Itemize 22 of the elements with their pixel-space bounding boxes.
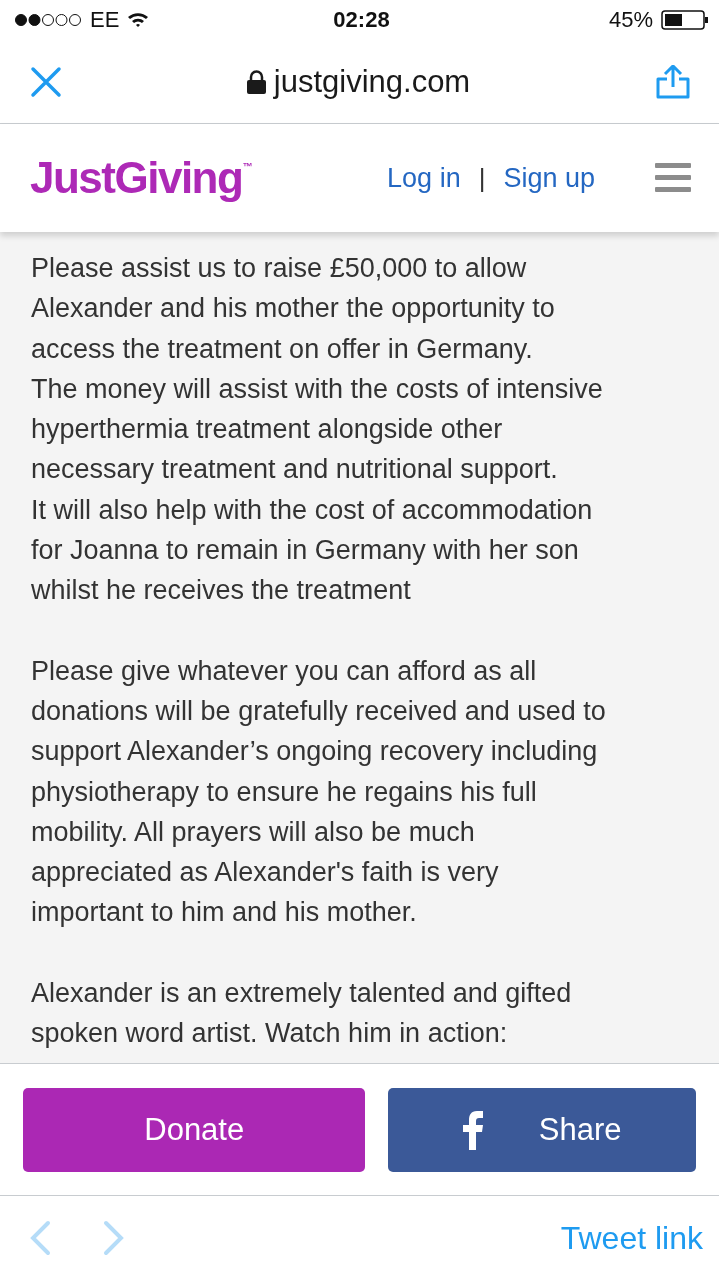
- story-paragraph: Please give whatever you can afford as all donations will be gratefully received and used to support Alexander’s ongoing recovery including physiotherapy to ensure he regains his full mobility. All prayers will also be much appreciated as Alexander's faith is very important to him and his mother.: [31, 654, 607, 930]
- link-separator: |: [478, 162, 486, 194]
- story-paragraph: Please assist us to raise £50,000 to allow Alexander and his mother the opportunity to access the treatment on offer in Germany. The money will assist with the costs of intensive hyperthermia treatment alongside other necessary treatment and nutritional support. It will also help with the cost of accommodation for Joanna to remain in Germany with her son whilst he receives the treatment: [31, 252, 604, 608]
- menu-icon[interactable]: [655, 163, 691, 193]
- site-logo[interactable]: JustGiving™: [30, 153, 253, 203]
- close-button[interactable]: [30, 65, 62, 98]
- signup-link[interactable]: Sign up: [503, 162, 595, 194]
- clock-time: 02:28: [333, 7, 390, 33]
- donate-button[interactable]: Donate: [23, 1087, 366, 1172]
- share-button[interactable]: [655, 64, 691, 99]
- login-link[interactable]: Log in: [387, 162, 461, 194]
- wifi-icon: [127, 12, 150, 28]
- tweet-link[interactable]: Tweet link: [560, 1219, 703, 1257]
- story-paragraph: Alexander is an extremely talented and gifted spoken word artist. Watch him in action:: [31, 976, 573, 1051]
- carrier-name: EE: [90, 7, 120, 33]
- lock-icon: [246, 69, 266, 94]
- page-url[interactable]: justgiving.com: [273, 63, 471, 100]
- battery-icon: [661, 10, 709, 30]
- battery-percent: 45%: [608, 7, 653, 33]
- facebook-icon: [462, 1109, 483, 1150]
- signal-icon: [14, 13, 82, 27]
- facebook-share-button[interactable]: Share: [388, 1087, 696, 1172]
